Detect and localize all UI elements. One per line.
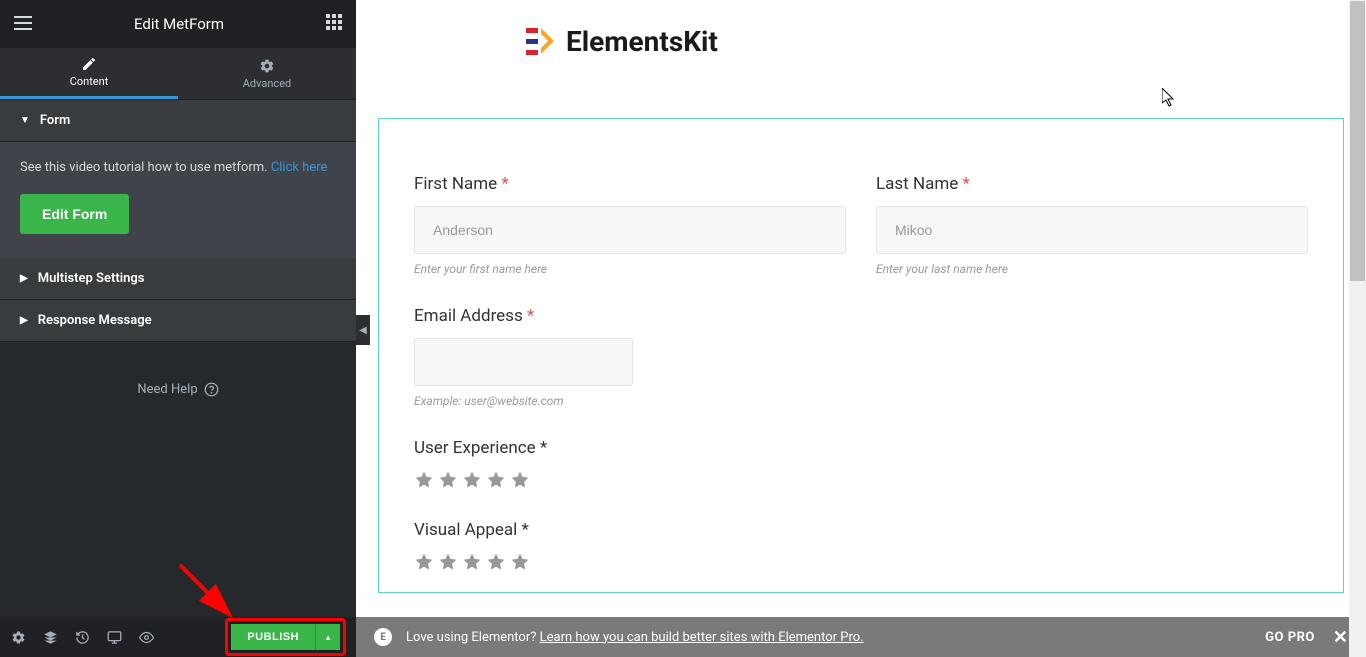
- star-icon[interactable]: [510, 470, 530, 490]
- last-name-field: Last Name * Enter your last name here: [876, 174, 1308, 276]
- section-form-title: Form: [40, 113, 70, 128]
- star-icon[interactable]: [510, 552, 530, 572]
- section-form-header[interactable]: ▼ Form: [0, 100, 356, 142]
- promo-bar: E Love using Elementor? Learn how you ca…: [356, 617, 1366, 657]
- section-response-title: Response Message: [38, 313, 152, 328]
- need-help[interactable]: Need Help: [0, 342, 356, 437]
- star-icon[interactable]: [486, 552, 506, 572]
- layers-icon[interactable]: [42, 629, 58, 645]
- promo-text: Love using Elementor? Learn how you can …: [406, 630, 864, 645]
- visual-label: Visual Appeal *: [414, 520, 1308, 540]
- tab-content-label: Content: [70, 75, 109, 88]
- star-icon[interactable]: [414, 470, 434, 490]
- panel-collapse-handle[interactable]: ◀: [356, 315, 370, 345]
- email-field: Email Address * Example: user@website.co…: [414, 306, 1308, 408]
- menu-icon[interactable]: [14, 15, 32, 34]
- need-help-label: Need Help: [137, 382, 197, 397]
- form-widget[interactable]: First Name * Enter your first name here …: [378, 118, 1344, 593]
- section-response-header[interactable]: ▶ Response Message: [0, 300, 356, 342]
- edit-form-button[interactable]: Edit Form: [20, 194, 129, 234]
- last-name-help: Enter your last name here: [876, 262, 1308, 276]
- caret-right-icon: ▶: [20, 315, 28, 326]
- canvas-inner: ElementsKit First Name * Enter your firs…: [356, 0, 1366, 617]
- star-icon[interactable]: [462, 552, 482, 572]
- first-name-help: Enter your first name here: [414, 262, 846, 276]
- visual-stars[interactable]: [414, 552, 1308, 572]
- publish-button[interactable]: PUBLISH: [231, 624, 315, 650]
- logo-text: ElementsKit: [566, 25, 718, 58]
- email-label: Email Address *: [414, 306, 1308, 326]
- first-name-input[interactable]: [414, 206, 846, 254]
- sidebar-spacer: [0, 437, 356, 618]
- publish-highlight: PUBLISH ▲: [225, 618, 346, 656]
- tutorial-link[interactable]: Click here: [271, 160, 328, 175]
- sidebar-footer: PUBLISH ▲: [0, 617, 356, 657]
- last-name-input[interactable]: [876, 206, 1308, 254]
- visual-field: Visual Appeal *: [414, 520, 1308, 572]
- section-multistep-header[interactable]: ▶ Multistep Settings: [0, 258, 356, 300]
- tutorial-text: See this video tutorial how to use metfo…: [20, 160, 271, 175]
- star-icon[interactable]: [414, 552, 434, 572]
- star-icon[interactable]: [438, 470, 458, 490]
- first-name-field: First Name * Enter your first name here: [414, 174, 846, 276]
- elementor-icon: E: [374, 628, 392, 646]
- star-icon[interactable]: [486, 470, 506, 490]
- publish-options-button[interactable]: ▲: [315, 624, 340, 650]
- preview-icon[interactable]: [138, 629, 154, 645]
- tab-content[interactable]: Content: [0, 48, 178, 99]
- elementskit-logo-icon: [526, 28, 556, 56]
- email-input[interactable]: [414, 338, 633, 386]
- canvas: ElementsKit First Name * Enter your firs…: [356, 0, 1366, 657]
- section-form-body: See this video tutorial how to use metfo…: [0, 142, 356, 258]
- ux-stars[interactable]: [414, 470, 1308, 490]
- sidebar-header: Edit MetForm: [0, 0, 356, 48]
- grid-icon[interactable]: [326, 14, 342, 34]
- logo-row: ElementsKit: [366, 25, 1356, 58]
- email-help: Example: user@website.com: [414, 394, 1308, 408]
- star-icon[interactable]: [462, 470, 482, 490]
- scroll-thumb[interactable]: [1350, 1, 1365, 281]
- responsive-icon[interactable]: [106, 629, 122, 645]
- caret-down-icon: ▼: [20, 115, 30, 126]
- promo-link[interactable]: Learn how you can build better sites wit…: [540, 630, 864, 645]
- section-multistep-title: Multistep Settings: [38, 271, 145, 286]
- history-icon[interactable]: [74, 629, 90, 645]
- panel-title: Edit MetForm: [134, 15, 224, 33]
- tab-advanced-label: Advanced: [243, 77, 291, 90]
- close-promo-icon[interactable]: ✕: [1333, 627, 1348, 648]
- tab-advanced[interactable]: Advanced: [178, 48, 356, 99]
- go-pro-button[interactable]: GO PRO: [1265, 630, 1315, 645]
- ux-label: User Experience *: [414, 438, 1308, 458]
- first-name-label: First Name *: [414, 174, 846, 194]
- scrollbar[interactable]: [1349, 0, 1366, 657]
- caret-right-icon: ▶: [20, 273, 28, 284]
- tabs: Content Advanced: [0, 48, 356, 100]
- help-icon: [204, 382, 219, 397]
- last-name-label: Last Name *: [876, 174, 1308, 194]
- settings-icon[interactable]: [10, 629, 26, 645]
- ux-field: User Experience *: [414, 438, 1308, 490]
- star-icon[interactable]: [438, 552, 458, 572]
- sidebar: Edit MetForm Content Advanced ▼ Form See…: [0, 0, 356, 657]
